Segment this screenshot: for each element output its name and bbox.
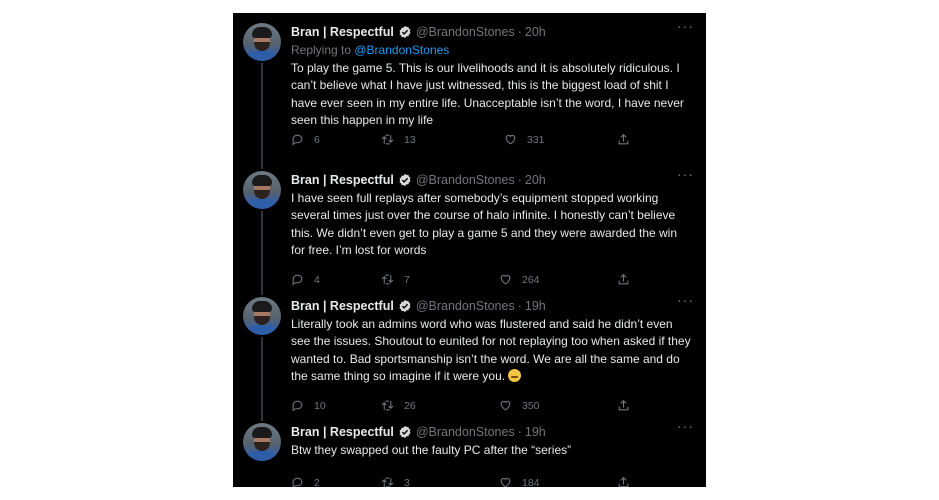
reply-count: 10 [314, 399, 326, 412]
reply-button[interactable]: 6 [291, 133, 320, 146]
like-icon [500, 400, 511, 411]
replying-to-label: Replying to [291, 43, 355, 57]
author-name[interactable]: Bran | Respectful [291, 425, 394, 439]
like-icon [505, 134, 516, 145]
reply-icon [292, 274, 303, 286]
share-button[interactable] [617, 273, 640, 286]
retweet-icon [381, 134, 394, 145]
reply-count: 4 [314, 273, 320, 286]
reply-button[interactable]: 10 [291, 399, 326, 412]
relieved-face-emoji [508, 368, 522, 382]
like-button[interactable]: 264 [499, 273, 540, 286]
thread-line [261, 63, 263, 165]
reply-button[interactable]: 4 [291, 273, 320, 286]
thread-line [261, 413, 263, 421]
more-icon[interactable]: ··· [677, 419, 694, 433]
like-icon [500, 274, 511, 285]
avatar[interactable] [243, 297, 281, 335]
verified-badge-icon [399, 425, 411, 439]
like-button[interactable]: 331 [504, 133, 545, 146]
tweet-text: Literally took an admins word who was fl… [291, 316, 693, 385]
retweet-count: 13 [404, 133, 416, 146]
like-count: 184 [522, 476, 540, 488]
tweet-timestamp[interactable]: 20h [525, 25, 546, 39]
tweet-3[interactable]: Bran | Respectful @BrandonStones · 19h L… [233, 287, 706, 421]
tweet-4[interactable]: Bran | Respectful @BrandonStones · 19h B… [233, 413, 706, 487]
replying-to-line: Replying to @BrandonStones [291, 43, 696, 59]
tweet-timestamp[interactable]: 20h [525, 173, 546, 187]
tweet-text: To play the game 5. This is our liveliho… [291, 61, 684, 127]
avatar[interactable] [243, 423, 281, 461]
tweet-thread-panel: Bran | Respectful @BrandonStones · 20h R… [233, 13, 706, 487]
author-handle[interactable]: @BrandonStones [416, 25, 515, 39]
author-name[interactable]: Bran | Respectful [291, 173, 394, 187]
retweet-count: 3 [404, 476, 410, 488]
tweet-1[interactable]: Bran | Respectful @BrandonStones · 20h R… [233, 13, 706, 165]
share-icon [618, 476, 629, 487]
reply-button[interactable]: 2 [291, 476, 320, 487]
tweet-timestamp[interactable]: 19h [525, 425, 546, 439]
share-button[interactable] [617, 133, 640, 146]
reply-icon [292, 477, 303, 487]
reply-count: 2 [314, 476, 320, 488]
author-name[interactable]: Bran | Respectful [291, 299, 394, 313]
thread-line [261, 211, 263, 293]
reply-icon [292, 400, 303, 412]
more-icon[interactable]: ··· [677, 167, 694, 181]
share-button[interactable] [617, 476, 640, 487]
like-icon [500, 477, 511, 487]
share-icon [618, 399, 629, 411]
verified-badge-icon [399, 25, 411, 39]
reply-count: 6 [314, 133, 320, 146]
share-icon [618, 273, 629, 285]
share-icon [618, 133, 629, 145]
more-icon[interactable]: ··· [677, 19, 694, 33]
thread-line [261, 161, 263, 169]
retweet-count: 26 [404, 399, 416, 412]
like-count: 264 [522, 273, 540, 286]
author-handle[interactable]: @BrandonStones [416, 299, 515, 313]
retweet-count: 7 [404, 273, 410, 286]
retweet-button[interactable]: 26 [381, 399, 416, 412]
tweet-text: I have seen full replays after somebody’… [291, 191, 678, 257]
verified-badge-icon [399, 173, 411, 187]
tweet-text: Btw they swapped out the faulty PC after… [291, 443, 572, 457]
author-handle[interactable]: @BrandonStones [416, 173, 515, 187]
verified-badge-icon [399, 299, 411, 313]
retweet-icon [381, 274, 394, 285]
retweet-icon [381, 477, 394, 487]
like-count: 350 [522, 399, 540, 412]
tweet-2[interactable]: Bran | Respectful @BrandonStones · 20h I… [233, 161, 706, 293]
share-button[interactable] [617, 399, 640, 412]
retweet-icon [381, 400, 394, 411]
thread-line [261, 287, 263, 295]
tweet-text-body: Literally took an admins word who was fl… [291, 317, 691, 383]
like-count: 331 [527, 133, 545, 146]
retweet-button[interactable]: 3 [381, 476, 410, 487]
reply-icon [292, 134, 303, 146]
replying-to-mention[interactable]: @BrandonStones [354, 43, 449, 57]
retweet-button[interactable]: 13 [381, 133, 416, 146]
author-handle[interactable]: @BrandonStones [416, 425, 515, 439]
like-button[interactable]: 184 [499, 476, 540, 487]
retweet-button[interactable]: 7 [381, 273, 410, 286]
thread-line [261, 337, 263, 421]
tweet-timestamp[interactable]: 19h [525, 299, 546, 313]
avatar[interactable] [243, 171, 281, 209]
avatar[interactable] [243, 23, 281, 61]
more-icon[interactable]: ··· [677, 293, 694, 307]
like-button[interactable]: 350 [499, 399, 540, 412]
author-name[interactable]: Bran | Respectful [291, 25, 394, 39]
